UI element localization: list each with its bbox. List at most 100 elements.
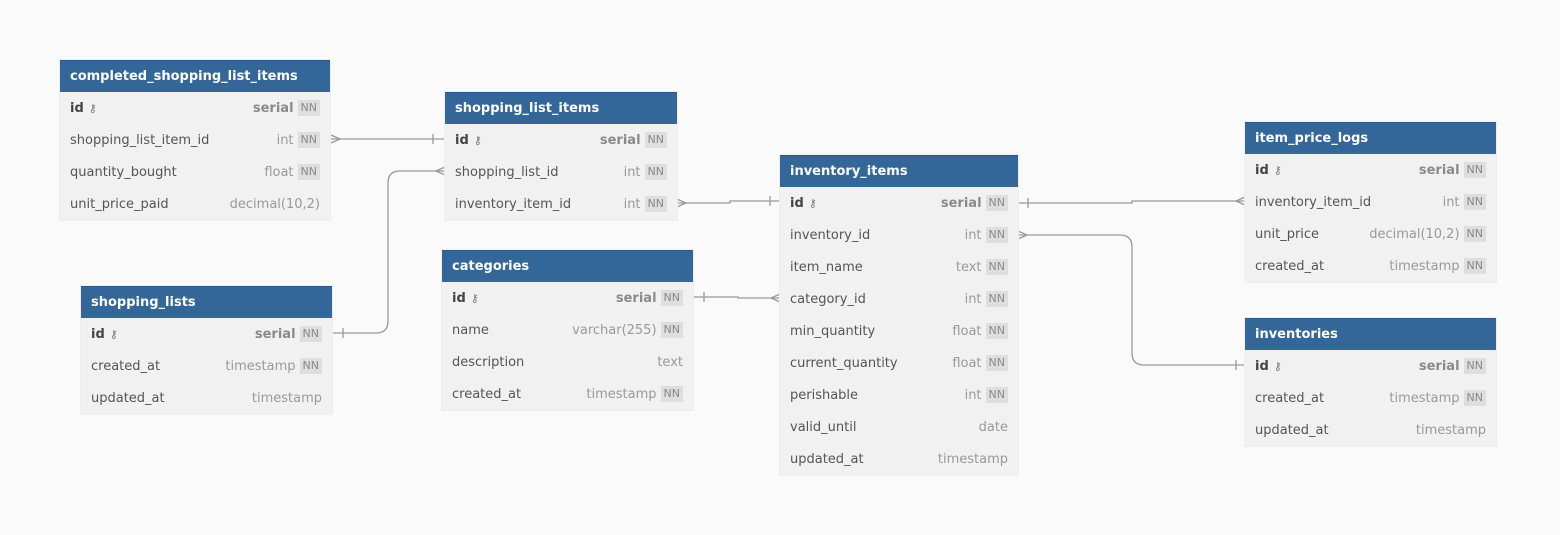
field-row[interactable]: valid_until date bbox=[780, 411, 1018, 443]
field-row[interactable]: item_name text NN bbox=[780, 251, 1018, 283]
relationship-line bbox=[677, 200, 780, 204]
field-row[interactable]: id ⚷ serial NN bbox=[1245, 350, 1496, 382]
field-row[interactable]: inventory_item_id int NN bbox=[445, 188, 677, 220]
table-item-price-logs[interactable]: item_price_logs id ⚷ serial NN inventory_item… bbox=[1245, 122, 1496, 282]
field-name: id bbox=[455, 132, 469, 148]
field-name-cell: perishable bbox=[790, 388, 858, 403]
field-row[interactable]: id ⚷ serial NN bbox=[60, 92, 330, 124]
not-null-badge: NN bbox=[985, 259, 1008, 275]
field-row[interactable]: created_at timestamp NN bbox=[442, 378, 693, 410]
field-row[interactable]: id ⚷ serial NN bbox=[445, 124, 677, 156]
field-name: unit_price_paid bbox=[70, 196, 169, 212]
field-row[interactable]: inventory_id int NN bbox=[780, 219, 1018, 251]
field-type: timestamp bbox=[225, 358, 296, 374]
field-type-cell: serial NN bbox=[616, 290, 683, 306]
table-header[interactable]: shopping_list_items bbox=[445, 92, 677, 124]
field-row[interactable]: category_id int NN bbox=[780, 283, 1018, 315]
table-header[interactable]: inventory_items bbox=[780, 155, 1018, 187]
field-type-cell: serial NN bbox=[600, 132, 667, 148]
field-name: category_id bbox=[790, 291, 866, 307]
table-header[interactable]: item_price_logs bbox=[1245, 122, 1496, 154]
table-inventories[interactable]: inventories id ⚷ serial NN created_at timestam… bbox=[1245, 318, 1496, 446]
field-name-cell: id ⚷ bbox=[455, 133, 482, 148]
field-row[interactable]: created_at timestamp NN bbox=[1245, 250, 1496, 282]
field-row[interactable]: min_quantity float NN bbox=[780, 315, 1018, 347]
field-name-cell: unit_price_paid bbox=[70, 197, 169, 212]
table-header[interactable]: inventories bbox=[1245, 318, 1496, 350]
not-null-badge: NN bbox=[985, 387, 1008, 403]
field-row[interactable]: updated_at timestamp bbox=[1245, 414, 1496, 446]
field-name-cell: created_at bbox=[452, 387, 521, 402]
field-type: serial bbox=[615, 290, 657, 306]
field-row[interactable]: id ⚷ serial NN bbox=[780, 187, 1018, 219]
field-type: int bbox=[964, 227, 982, 243]
field-row[interactable]: quantity_bought float NN bbox=[60, 156, 330, 188]
field-row[interactable]: updated_at timestamp bbox=[780, 443, 1018, 475]
field-name: min_quantity bbox=[790, 323, 876, 339]
field-type-cell: float NN bbox=[952, 355, 1008, 371]
key-icon: ⚷ bbox=[808, 196, 817, 210]
field-row[interactable]: id ⚷ serial NN bbox=[442, 282, 693, 314]
key-icon: ⚷ bbox=[1273, 359, 1282, 373]
not-null-badge: NN bbox=[1463, 258, 1486, 274]
field-type-cell: serial NN bbox=[253, 100, 320, 116]
field-type-cell: timestamp NN bbox=[1389, 390, 1486, 406]
field-type-cell: int NN bbox=[965, 387, 1008, 403]
field-row[interactable]: updated_at timestamp bbox=[81, 382, 332, 414]
field-name-cell: shopping_list_id bbox=[455, 165, 559, 180]
field-name-cell: updated_at bbox=[91, 391, 165, 406]
field-name-cell: valid_until bbox=[790, 420, 856, 435]
field-row[interactable]: current_quantity float NN bbox=[780, 347, 1018, 379]
field-row[interactable]: created_at timestamp NN bbox=[81, 350, 332, 382]
table-categories[interactable]: categories id ⚷ serial NN name varchar(255) NN d… bbox=[442, 250, 693, 410]
field-name: shopping_list_id bbox=[455, 164, 559, 180]
field-row[interactable]: id ⚷ serial NN bbox=[81, 318, 332, 350]
table-header[interactable]: shopping_lists bbox=[81, 286, 332, 318]
not-null-badge: NN bbox=[644, 132, 667, 148]
field-name-cell: id ⚷ bbox=[452, 291, 479, 306]
not-null-badge: NN bbox=[985, 291, 1008, 307]
field-name-cell: updated_at bbox=[790, 452, 864, 467]
field-type-cell: text NN bbox=[956, 259, 1008, 275]
table-shopping-lists[interactable]: shopping_lists id ⚷ serial NN created_at times… bbox=[81, 286, 332, 414]
field-name: valid_until bbox=[790, 419, 857, 435]
table-header[interactable]: completed_shopping_list_items bbox=[60, 60, 330, 92]
field-type-cell: int NN bbox=[1443, 194, 1486, 210]
field-name-cell: shopping_list_item_id bbox=[70, 133, 209, 148]
field-type-cell: timestamp NN bbox=[1389, 258, 1486, 274]
field-row[interactable]: shopping_list_item_id int NN bbox=[60, 124, 330, 156]
key-icon: ⚷ bbox=[473, 133, 482, 147]
field-row[interactable]: name varchar(255) NN bbox=[442, 314, 693, 346]
not-null-badge: NN bbox=[660, 322, 683, 338]
field-type: timestamp bbox=[251, 390, 322, 406]
field-row[interactable]: unit_price_paid decimal(10,2) bbox=[60, 188, 330, 220]
field-type-cell: int NN bbox=[965, 291, 1008, 307]
field-type: float bbox=[264, 164, 294, 180]
table-completed-shopping-list-items[interactable]: completed_shopping_list_items id ⚷ serial NN… bbox=[60, 60, 330, 220]
field-type-cell: serial NN bbox=[941, 195, 1008, 211]
table-shopping-list-items[interactable]: shopping_list_itemsid ⚷ serial NN shopping_l… bbox=[445, 92, 677, 220]
field-row[interactable]: description text bbox=[442, 346, 693, 378]
field-row[interactable]: created_at timestamp NN bbox=[1245, 382, 1496, 414]
not-null-badge: NN bbox=[297, 132, 320, 148]
field-row[interactable]: perishable int NN bbox=[780, 379, 1018, 411]
field-name: item_name bbox=[790, 259, 863, 275]
field-row[interactable]: id ⚷ serial NN bbox=[1245, 154, 1496, 186]
field-name-cell: description bbox=[452, 355, 524, 370]
field-type: int bbox=[623, 164, 641, 180]
field-type-cell: serial NN bbox=[1419, 358, 1486, 374]
field-type: int bbox=[964, 291, 982, 307]
relationship-line bbox=[693, 296, 780, 299]
field-row[interactable]: unit_price decimal(10,2) NN bbox=[1245, 218, 1496, 250]
field-row[interactable]: shopping_list_id int NN bbox=[445, 156, 677, 188]
table-inventory-items[interactable]: inventory_items id ⚷ serial NN inventory_id in… bbox=[780, 155, 1018, 475]
field-name: inventory_id bbox=[790, 227, 871, 243]
table-header[interactable]: categories bbox=[442, 250, 693, 282]
field-row[interactable]: inventory_item_id int NN bbox=[1245, 186, 1496, 218]
field-type: serial bbox=[599, 132, 641, 148]
field-name-cell: created_at bbox=[91, 359, 160, 374]
field-type-cell: float NN bbox=[264, 164, 320, 180]
key-icon: ⚷ bbox=[470, 291, 479, 305]
field-type: float bbox=[952, 355, 982, 371]
field-type: int bbox=[623, 196, 641, 212]
